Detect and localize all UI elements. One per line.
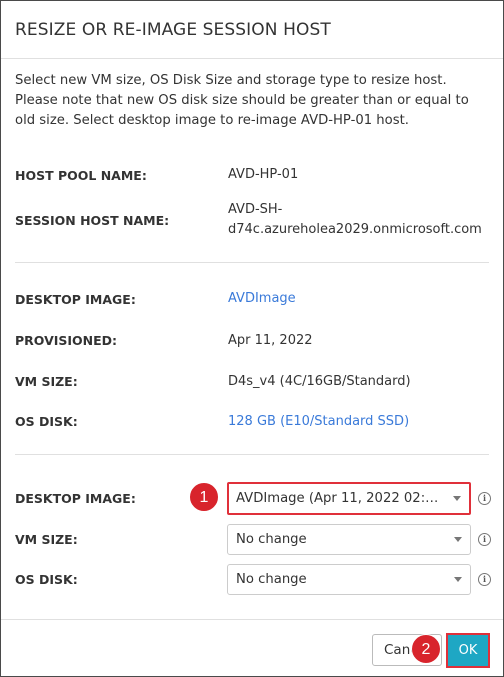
chevron-down-icon: [453, 495, 461, 501]
desktop-image-field-label: DESKTOP IMAGE:: [15, 491, 136, 506]
divider: [15, 454, 489, 455]
current-vm-size-value: D4s_v4 (4C/16GB/Standard): [228, 374, 411, 389]
vm-size-select[interactable]: No change: [227, 524, 471, 555]
current-os-disk-label: OS DISK:: [15, 414, 78, 429]
host-pool-value: AVD-HP-01: [228, 167, 299, 182]
info-icon[interactable]: i: [478, 492, 491, 505]
chevron-down-icon: [454, 536, 462, 542]
vm-size-select-value: No change: [236, 532, 307, 547]
provisioned-label: PROVISIONED:: [15, 333, 118, 348]
desktop-image-select-value: AVDImage (Apr 11, 2022 02:48...: [236, 491, 445, 506]
info-icon[interactable]: i: [478, 533, 491, 546]
current-os-disk-link[interactable]: 128 GB (E10/Standard SSD): [228, 412, 409, 432]
ok-button[interactable]: OK: [446, 633, 490, 668]
provisioned-value: Apr 11, 2022: [228, 333, 313, 348]
divider: [15, 262, 489, 263]
session-host-value-line1: AVD-SH-: [228, 202, 283, 217]
step-2-badge: 2: [411, 634, 441, 664]
step-1-badge: 1: [189, 482, 219, 512]
dialog-title: RESIZE OR RE-IMAGE SESSION HOST: [1, 1, 503, 59]
session-host-value-line2: d74c.azureholea2029.onmicrosoft.com: [228, 222, 482, 237]
session-host-label: SESSION HOST NAME:: [15, 213, 170, 228]
info-icon[interactable]: i: [478, 573, 491, 586]
resize-reimage-dialog: RESIZE OR RE-IMAGE SESSION HOST Select n…: [0, 0, 504, 677]
os-disk-select-value: No change: [236, 572, 307, 587]
host-pool-label: HOST POOL NAME:: [15, 168, 147, 183]
footer-divider: [1, 619, 503, 620]
current-desktop-image-label: DESKTOP IMAGE:: [15, 292, 136, 307]
dialog-description: Select new VM size, OS Disk Size and sto…: [15, 73, 469, 128]
os-disk-select[interactable]: No change: [227, 564, 471, 595]
current-vm-size-label: VM SIZE:: [15, 374, 78, 389]
vm-size-field-label: VM SIZE:: [15, 532, 78, 547]
session-host-value: AVD-SH- d74c.azureholea2029.onmicrosoft.…: [228, 200, 482, 240]
chevron-down-icon: [454, 576, 462, 582]
current-desktop-image-link[interactable]: AVDImage: [228, 289, 296, 309]
desktop-image-select[interactable]: AVDImage (Apr 11, 2022 02:48...: [227, 482, 471, 515]
os-disk-field-label: OS DISK:: [15, 572, 78, 587]
ok-button-label: OK: [458, 643, 478, 658]
